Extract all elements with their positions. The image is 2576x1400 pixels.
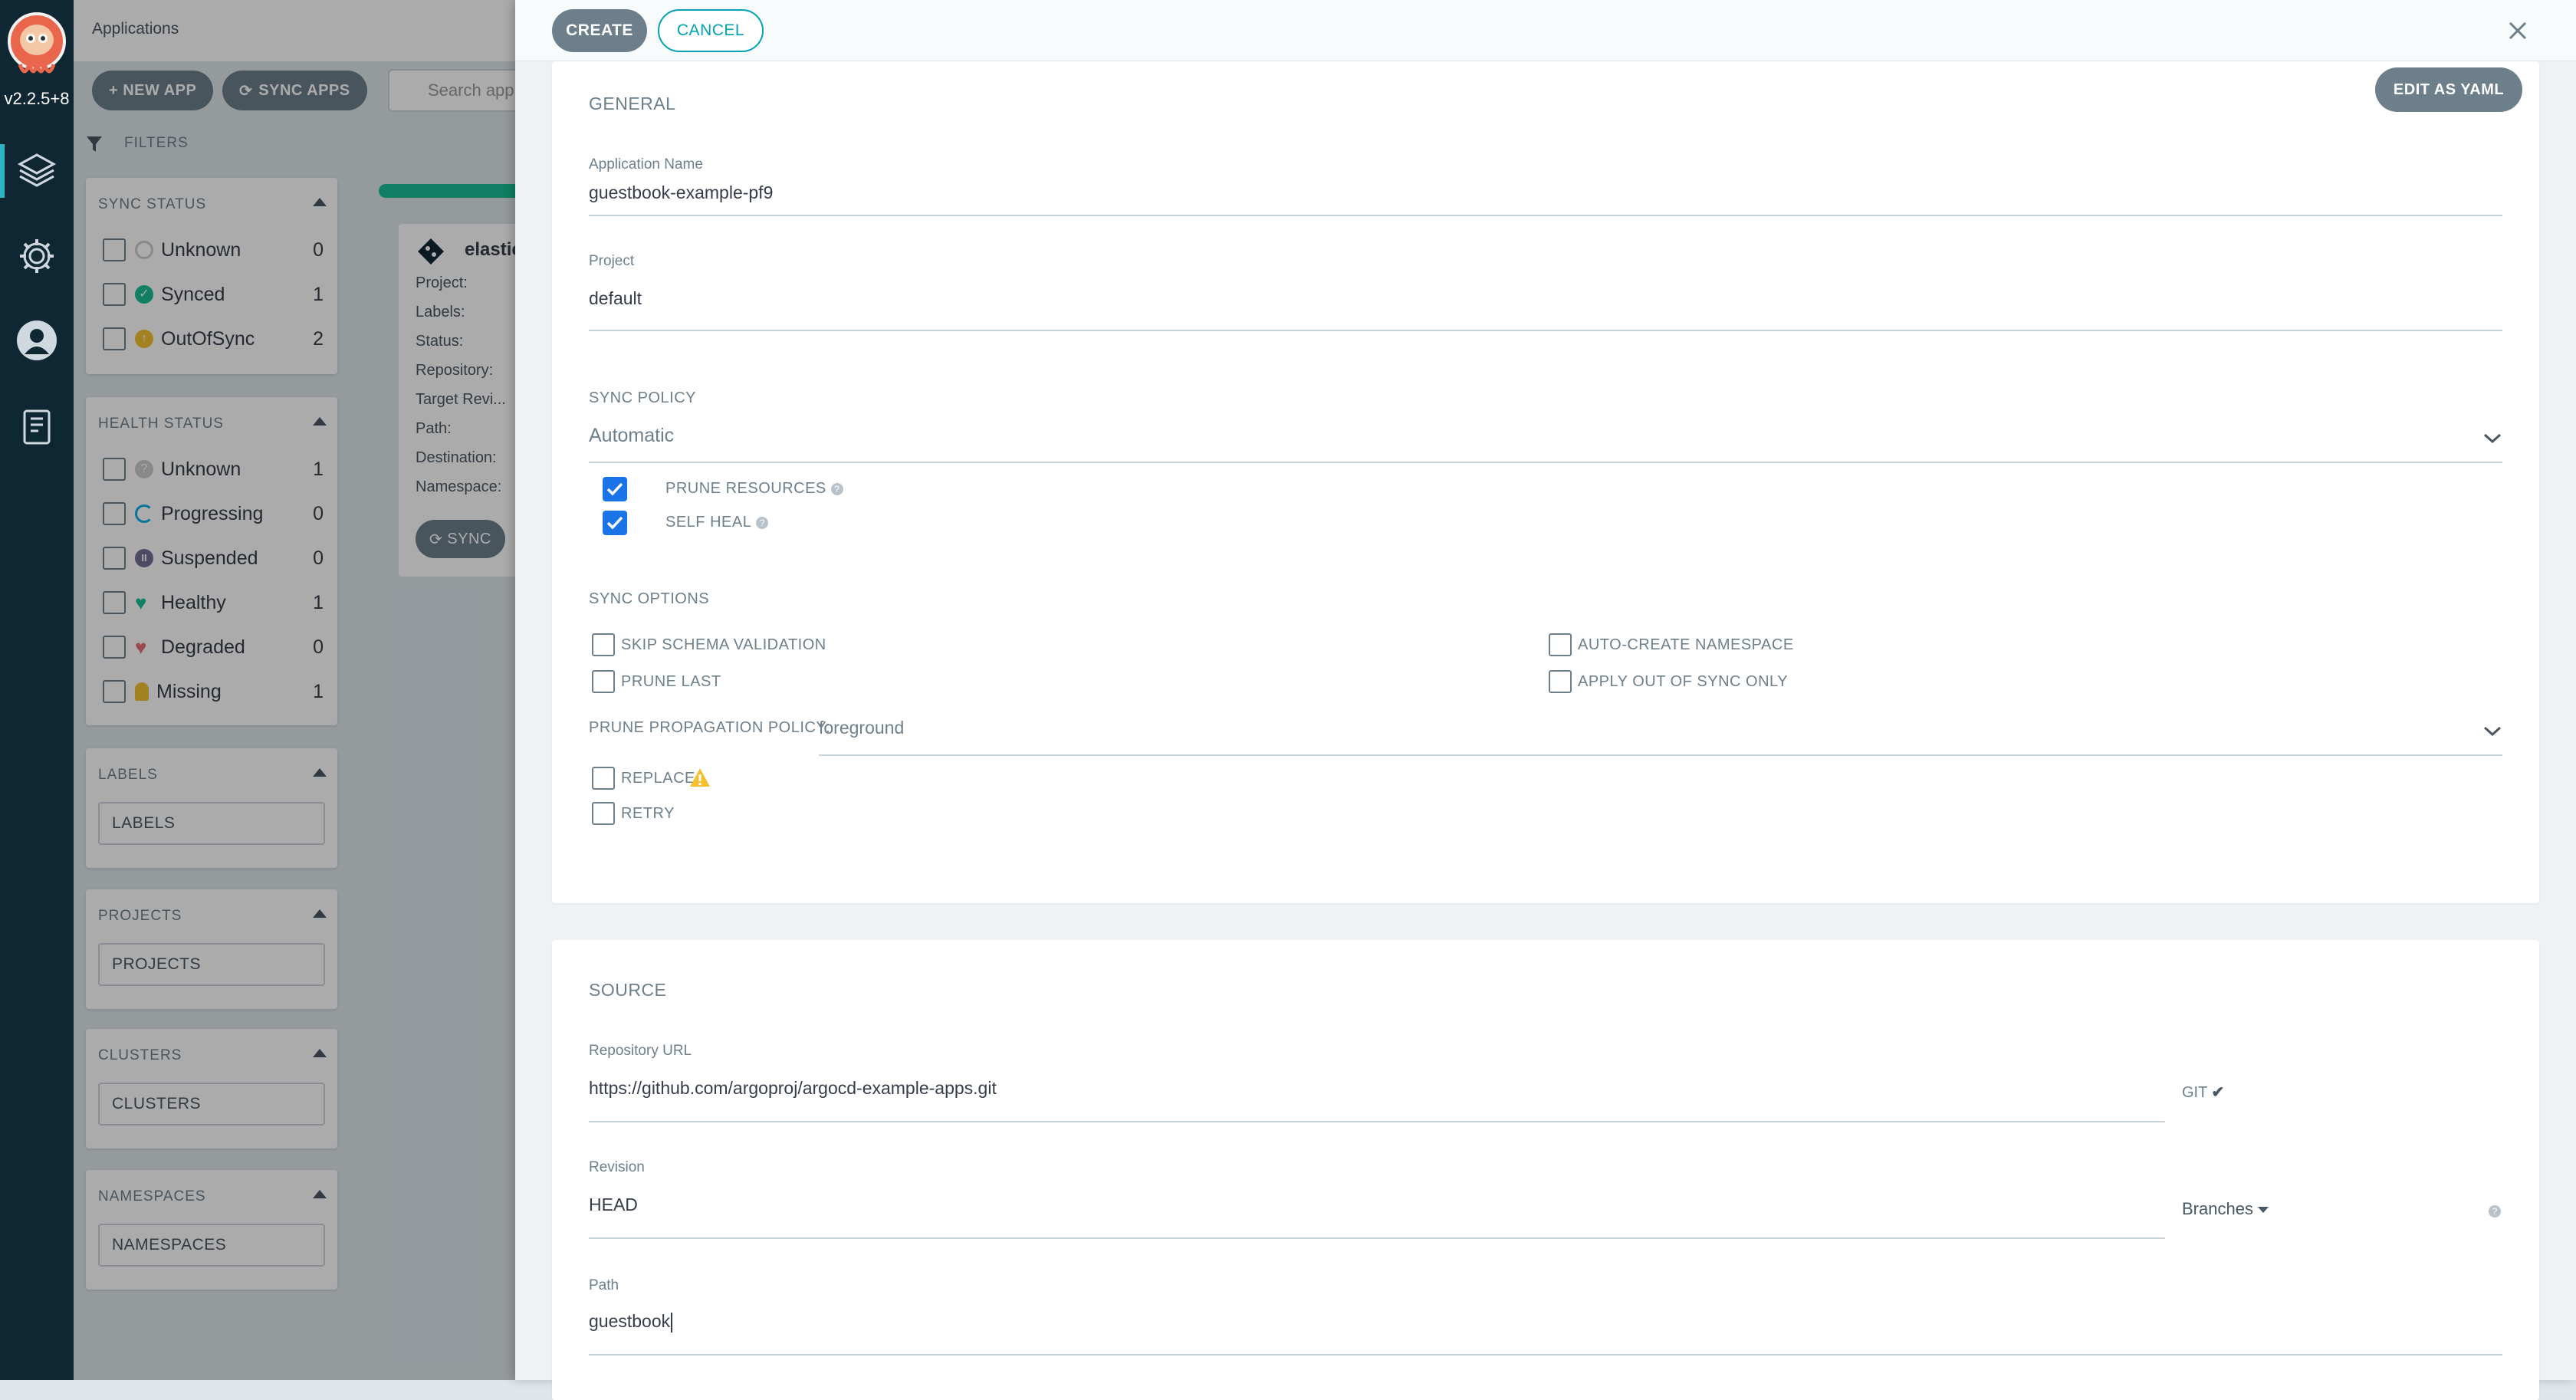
- source-section-title: SOURCE: [589, 980, 667, 1000]
- app-name-input[interactable]: guestbook-example-pf9: [589, 182, 773, 203]
- path-value: guestbook: [589, 1311, 671, 1331]
- applications-icon[interactable]: [15, 149, 58, 192]
- general-card: GENERAL Application Name guestbook-examp…: [552, 61, 2539, 903]
- repo-type-select[interactable]: GIT ✔: [2182, 1083, 2224, 1102]
- active-nav-indicator: [0, 144, 5, 198]
- prune-resources-label: PRUNE RESOURCES?: [665, 480, 843, 498]
- retry-label: RETRY: [621, 805, 675, 822]
- close-icon[interactable]: [2505, 18, 2530, 43]
- cancel-button[interactable]: CANCEL: [658, 9, 764, 52]
- replace-checkbox[interactable]: [592, 767, 615, 790]
- help-icon[interactable]: ?: [2489, 1205, 2501, 1218]
- replace-label: REPLACE: [621, 770, 695, 787]
- retry-checkbox[interactable]: [592, 802, 615, 825]
- prune-resources-text: PRUNE RESOURCES: [665, 480, 826, 497]
- project-input[interactable]: default: [589, 288, 642, 309]
- project-underline: [589, 330, 2502, 331]
- prune-propagation-select[interactable]: foreground: [819, 718, 904, 738]
- text-cursor: [671, 1312, 673, 1333]
- help-icon[interactable]: ?: [756, 516, 769, 529]
- app-name-label: Application Name: [589, 156, 703, 173]
- modal-backdrop[interactable]: [74, 0, 515, 1380]
- edit-as-yaml-button[interactable]: EDIT AS YAML: [2375, 67, 2522, 112]
- general-section-title: GENERAL: [589, 94, 676, 113]
- prune-resources-checkbox[interactable]: [603, 477, 627, 501]
- sync-policy-underline: [589, 462, 2502, 463]
- path-label: Path: [589, 1277, 619, 1293]
- panel-header: CREATE CANCEL: [515, 0, 2576, 61]
- prune-propagation-label: PRUNE PROPAGATION POLICY:: [589, 719, 831, 736]
- revision-type-label: Branches: [2182, 1199, 2253, 1218]
- prune-last-label: PRUNE LAST: [621, 673, 721, 690]
- project-label: Project: [589, 253, 635, 269]
- revision-underline: [589, 1237, 2165, 1239]
- apply-out-of-sync-only-label: APPLY OUT OF SYNC ONLY: [1578, 673, 1789, 690]
- argo-logo-icon[interactable]: [5, 11, 69, 80]
- docs-icon[interactable]: [15, 406, 58, 449]
- auto-create-namespace-label: AUTO-CREATE NAMESPACE: [1578, 636, 1794, 653]
- self-heal-label: SELF HEAL?: [665, 514, 769, 531]
- skip-schema-validation-label: SKIP SCHEMA VALIDATION: [621, 636, 826, 653]
- prune-last-checkbox[interactable]: [592, 670, 615, 693]
- apply-out-of-sync-only-checkbox[interactable]: [1549, 670, 1572, 693]
- sync-policy-title: SYNC POLICY: [589, 389, 696, 406]
- auto-create-namespace-checkbox[interactable]: [1549, 633, 1572, 656]
- version-label: v2.2.5+8: [4, 89, 70, 108]
- self-heal-text: SELF HEAL: [665, 514, 752, 531]
- self-heal-checkbox[interactable]: [603, 511, 627, 535]
- path-input[interactable]: guestbook: [589, 1311, 673, 1333]
- revision-label: Revision: [589, 1159, 645, 1175]
- source-card: SOURCE Repository URL https://github.com…: [552, 940, 2539, 1400]
- path-underline: [589, 1354, 2502, 1356]
- revision-input[interactable]: HEAD: [589, 1195, 638, 1215]
- revision-type-dropdown[interactable]: Branches: [2182, 1199, 2269, 1219]
- chevron-down-icon[interactable]: [2482, 432, 2502, 445]
- checkmark-icon: [606, 516, 623, 530]
- repo-url-underline: [589, 1121, 2165, 1122]
- warning-icon: [690, 768, 710, 787]
- help-icon[interactable]: ?: [830, 482, 843, 495]
- create-app-panel: CREATE CANCEL GENERAL Application Name g…: [515, 0, 2576, 1400]
- skip-schema-validation-checkbox[interactable]: [592, 633, 615, 656]
- left-nav: v2.2.5+8: [0, 0, 74, 1380]
- repo-url-input[interactable]: https://github.com/argoproj/argocd-examp…: [589, 1078, 997, 1099]
- checkmark-icon: [606, 482, 623, 496]
- create-button[interactable]: CREATE: [552, 9, 647, 52]
- chevron-down-icon[interactable]: [2482, 725, 2502, 738]
- repo-url-label: Repository URL: [589, 1043, 692, 1059]
- caret-down-icon: [2257, 1207, 2269, 1214]
- sync-policy-select[interactable]: Automatic: [589, 425, 674, 447]
- repo-type-label: GIT: [2182, 1084, 2207, 1101]
- user-icon[interactable]: [15, 319, 58, 362]
- sync-options-title: SYNC OPTIONS: [589, 590, 710, 607]
- prune-propagation-underline: [819, 754, 2502, 756]
- gear-icon[interactable]: [15, 235, 58, 278]
- check-icon: ✔: [2211, 1084, 2225, 1101]
- app-name-underline: [589, 215, 2502, 216]
